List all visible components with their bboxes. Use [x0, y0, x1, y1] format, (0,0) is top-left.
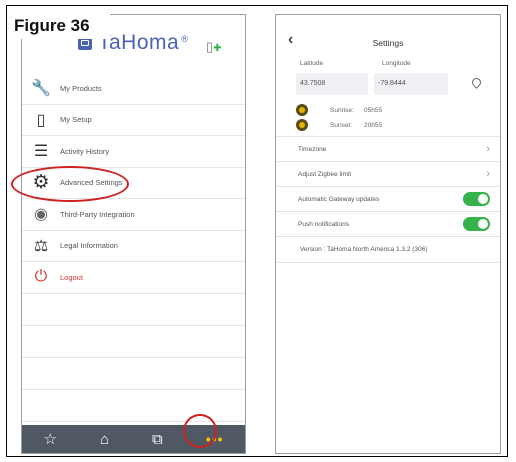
- sunset-value: 20h55: [364, 121, 383, 129]
- sunrise-label: Sunrise:: [330, 106, 354, 114]
- menu-item-label: Legal Information: [60, 241, 118, 251]
- latitude-label: Latitude: [300, 60, 324, 67]
- menu-item-legal-information[interactable]: ⚖ Legal Information: [22, 231, 245, 262]
- empty-row: [22, 326, 245, 358]
- menu-item-activity-history[interactable]: ☰ Activity History: [22, 136, 245, 168]
- sunset-icon: [296, 119, 308, 131]
- menu-item-my-products[interactable]: 🔧 My Products: [22, 73, 245, 105]
- menu-item-label: My Products: [60, 83, 102, 93]
- power-icon: ⏻: [34, 268, 48, 286]
- target-icon: ◉: [34, 206, 48, 224]
- menu-item-logout[interactable]: ⏻ Logout: [22, 262, 245, 294]
- sunset-label: Sunset:: [330, 121, 353, 129]
- menu-item-label: Activity History: [60, 146, 110, 156]
- advanced-settings-highlight: [11, 166, 129, 202]
- empty-row: [22, 294, 245, 326]
- push-notifications-toggle[interactable]: [463, 217, 490, 231]
- gateway-updates-label: Automatic Gateway updates: [298, 195, 380, 203]
- sunrise-value: 05h55: [364, 106, 383, 114]
- settings-list: Timezone › Adjust Zigbee limit › Automat…: [276, 136, 500, 263]
- empty-row: [22, 358, 245, 390]
- connection-status-icon[interactable]: ▯✚: [206, 39, 222, 55]
- chevron-right-icon: ›: [486, 143, 490, 155]
- menu-item-third-party-integration[interactable]: ◉ Third-Party Integration: [22, 199, 245, 231]
- home-icon[interactable]: ⌂: [100, 431, 109, 448]
- wrench-icon: 🔧: [31, 80, 51, 98]
- sunset-row: Sunset: 20h55: [296, 119, 382, 131]
- menu-item-label: My Setup: [60, 115, 92, 125]
- scenarios-icon[interactable]: ⧉: [152, 431, 163, 448]
- main-menu: 🔧 My Products ▯ My Setup ☰ Activity Hist…: [22, 73, 245, 422]
- scale-icon: ⚖: [33, 237, 49, 255]
- chevron-right-icon: ›: [486, 168, 490, 180]
- list-icon: ☰: [33, 143, 49, 161]
- settings-screen: ‹ Settings Latitude Longitude 43.7508 -7…: [275, 14, 501, 454]
- location-pin-icon[interactable]: [470, 76, 483, 89]
- figure-label: Figure 36: [12, 13, 110, 39]
- push-notifications-row: Push notifications: [276, 212, 500, 237]
- device-icon: ▯: [36, 111, 46, 129]
- version-text: Version : TaHoma North America 1.3.2 (30…: [300, 246, 428, 253]
- brand-mark: ®: [181, 34, 188, 44]
- zigbee-limit-label: Adjust Zigbee limit: [298, 170, 352, 178]
- longitude-label: Longitude: [382, 60, 411, 67]
- sunrise-icon: [296, 104, 308, 116]
- page-title: Settings: [372, 38, 404, 48]
- gateway-updates-row: Automatic Gateway updates: [276, 187, 500, 212]
- version-row: Version : TaHoma North America 1.3.2 (30…: [276, 237, 500, 263]
- empty-row: [22, 390, 245, 422]
- more-button-highlight: [183, 414, 217, 448]
- menu-item-label: Third-Party Integration: [60, 209, 135, 219]
- longitude-field[interactable]: -79.8444: [374, 73, 448, 95]
- timezone-row[interactable]: Timezone ›: [276, 137, 500, 162]
- latitude-field[interactable]: 43.7508: [296, 73, 368, 95]
- brand-name: TaHoma: [98, 31, 180, 54]
- push-notifications-label: Push notifications: [298, 220, 349, 228]
- star-icon[interactable]: ☆: [44, 430, 57, 448]
- zigbee-limit-row[interactable]: Adjust Zigbee limit ›: [276, 162, 500, 187]
- menu-item-my-setup[interactable]: ▯ My Setup: [22, 105, 245, 136]
- menu-screen: TaHoma ® ▯✚ 🔧 My Products ▯ My Setup ☰ A…: [21, 14, 246, 454]
- sunrise-row: Sunrise: 05h55: [296, 104, 382, 116]
- menu-item-label: Logout: [60, 272, 83, 282]
- timezone-label: Timezone: [298, 145, 327, 153]
- gateway-updates-toggle[interactable]: [463, 192, 490, 206]
